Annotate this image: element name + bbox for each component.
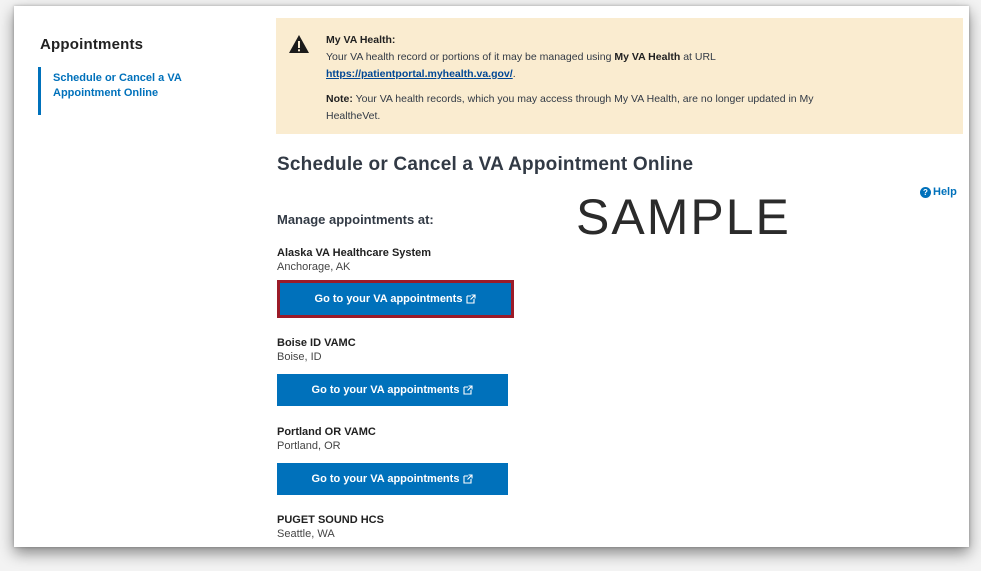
help-label: Help xyxy=(933,186,957,198)
help-question-icon: ? xyxy=(920,186,931,198)
button-label: Go to your VA appointments xyxy=(311,473,460,485)
sidebar-title: Appointments xyxy=(40,36,144,53)
facility-name: PUGET SOUND HCS xyxy=(277,514,384,526)
alert-text-bold: My VA Health xyxy=(614,51,681,63)
facility-name: Boise ID VAMC xyxy=(277,337,356,349)
alert-note-label: Note: xyxy=(326,93,353,105)
facility-name: Alaska VA Healthcare System xyxy=(277,247,432,259)
button-label: Go to your VA appointments xyxy=(314,293,463,305)
screenshot-frame: Appointments Schedule or Cancel a VA App… xyxy=(14,6,969,547)
sidebar: Appointments Schedule or Cancel a VA App… xyxy=(38,36,238,115)
sample-watermark: SAMPLE xyxy=(576,189,791,245)
help-link[interactable]: ? Help xyxy=(920,186,957,198)
facility-item: Boise ID VAMC Boise, ID Go to your VA ap… xyxy=(277,337,508,406)
alert-note-text: Your VA health records, which you may ac… xyxy=(326,93,814,122)
highlight-box: Go to your VA appointments xyxy=(277,280,514,318)
sidebar-item-schedule-or-cancel[interactable]: Schedule or Cancel a VA Appointment Onli… xyxy=(53,71,203,101)
external-link-icon xyxy=(463,474,473,484)
alert-body: My VA Health: Your VA health record or p… xyxy=(326,32,846,125)
facility-location: Anchorage, AK xyxy=(277,261,351,273)
warning-triangle-icon xyxy=(289,35,309,53)
facility-name: Portland OR VAMC xyxy=(277,426,376,438)
facility-item: Portland OR VAMC Portland, OR Go to your… xyxy=(277,426,508,495)
alert-text-3: . xyxy=(512,68,516,80)
sidebar-nav: Schedule or Cancel a VA Appointment Onli… xyxy=(38,67,238,115)
patient-portal-link[interactable]: https://patientportal.myhealth.va.gov/ xyxy=(326,68,513,80)
alert-text-2: at URL xyxy=(680,51,716,63)
manage-appointments-label: Manage appointments at: xyxy=(277,212,434,227)
go-to-va-appointments-button[interactable]: Go to your VA appointments xyxy=(280,283,511,315)
button-label: Go to your VA appointments xyxy=(311,384,460,396)
alert-heading: My VA Health: xyxy=(326,34,396,46)
go-to-va-appointments-button[interactable]: Go to your VA appointments xyxy=(277,463,508,495)
facility-location: Boise, ID xyxy=(277,351,322,363)
alert-text: Your VA health record or portions of it … xyxy=(326,49,846,83)
external-link-icon xyxy=(463,385,473,395)
page-title: Schedule or Cancel a VA Appointment Onli… xyxy=(277,154,694,175)
alert-note: Note: Your VA health records, which you … xyxy=(326,91,846,125)
facility-item: PUGET SOUND HCS Seattle, WA xyxy=(277,514,384,541)
go-to-va-appointments-button[interactable]: Go to your VA appointments xyxy=(277,374,508,406)
warning-alert: My VA Health: Your VA health record or p… xyxy=(276,18,963,134)
external-link-icon xyxy=(466,294,476,304)
facility-location: Portland, OR xyxy=(277,440,341,452)
facility-location: Seattle, WA xyxy=(277,528,335,540)
alert-text-1: Your VA health record or portions of it … xyxy=(326,51,615,63)
facility-item: Alaska VA Healthcare System Anchorage, A… xyxy=(277,247,514,318)
